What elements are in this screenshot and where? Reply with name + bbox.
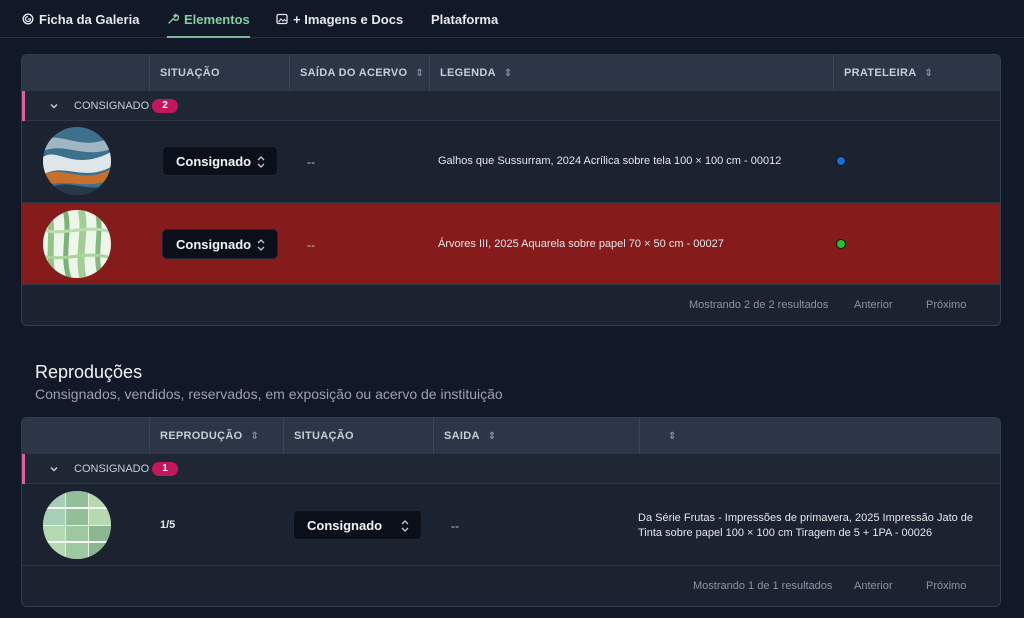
reproducao-number: 1/5	[160, 519, 176, 531]
wrench-icon	[167, 13, 179, 25]
group-indicator	[22, 454, 25, 484]
consignados-table: SITUAÇÃO SAÍDA DO ACERVO ⇕ LEGENDA ⇕ PRA…	[21, 54, 1001, 326]
table-row[interactable]: 1/5 Consignado -- Da Série Frutas - Impr…	[22, 484, 1000, 566]
pagination: Mostrando 2 de 2 resultados Anterior Pró…	[22, 285, 1000, 325]
previous-page-button[interactable]: Anterior	[854, 299, 893, 311]
results-summary: Mostrando 1 de 1 resultados	[693, 580, 833, 592]
legenda-text: Da Série Frutas - Impressões de primaver…	[638, 512, 974, 539]
chevron-updown-icon	[401, 519, 409, 533]
tab-elementos[interactable]: Elementos	[167, 0, 250, 38]
column-header-label: SITUAÇÃO	[160, 67, 220, 79]
section-title: Reproduções	[35, 362, 143, 382]
section-subtitle: Consignados, vendidos, reservados, em ex…	[35, 386, 503, 402]
status-select[interactable]: Consignado	[162, 229, 278, 259]
group-label: CONSIGNADO	[74, 99, 150, 112]
chevron-updown-icon	[257, 155, 265, 169]
legenda-text: Galhos que Sussurram, 2024 Acrílica sobr…	[438, 155, 782, 167]
artwork-thumbnail[interactable]	[43, 210, 111, 278]
results-summary: Mostrando 2 de 2 resultados	[689, 299, 829, 311]
next-page-button[interactable]: Próximo	[926, 580, 966, 592]
tab-label: Plataforma	[431, 11, 499, 27]
tab-label: Ficha da Galeria	[39, 11, 140, 27]
status-select[interactable]: Consignado	[162, 146, 278, 176]
shelf-indicator-dot	[836, 156, 846, 166]
saida-value: --	[307, 238, 315, 252]
status-select-value: Consignado	[307, 517, 383, 533]
column-header-legenda[interactable]: LEGENDA ⇕	[429, 55, 833, 91]
chevron-down-icon[interactable]	[48, 463, 60, 475]
chevron-updown-icon	[257, 238, 265, 252]
column-header-label: SAÍDA DO ACERVO	[300, 67, 408, 79]
artwork-thumbnail[interactable]	[43, 127, 111, 195]
group-count-badge: 2	[152, 98, 178, 113]
next-page-button[interactable]: Próximo	[926, 299, 966, 311]
column-header-saida[interactable]: SAIDA ⇕	[433, 418, 639, 454]
group-header-consignado[interactable]: CONSIGNADO 2	[22, 91, 1000, 121]
column-header-label: REPRODUÇÃO	[160, 430, 243, 442]
sort-icon: ⇕	[250, 430, 260, 442]
column-header-saida-do-acervo[interactable]: SAÍDA DO ACERVO ⇕	[289, 55, 429, 91]
sort-icon: ⇕	[924, 67, 934, 79]
column-header-label: SAIDA	[444, 430, 480, 442]
pagination: Mostrando 1 de 1 resultados Anterior Pró…	[22, 566, 1000, 606]
group-label: CONSIGNADO	[74, 462, 150, 475]
column-header-label: LEGENDA	[440, 67, 496, 79]
tab-label: + Imagens e Docs	[293, 11, 404, 27]
table-header: REPRODUÇÃO ⇕ SITUAÇÃO SAIDA ⇕ ⇕	[22, 418, 1000, 454]
table-row[interactable]: Consignado -- Árvores III, 2025 Aquarela…	[22, 203, 1000, 285]
shelf-indicator-dot	[836, 239, 846, 249]
saida-value: --	[307, 155, 315, 169]
column-header-label: PRATELEIRA	[844, 67, 917, 79]
status-select-value: Consignado	[176, 153, 252, 169]
image-docs-icon	[276, 13, 288, 25]
gallery-icon	[22, 13, 34, 25]
column-header-situacao[interactable]: SITUAÇÃO	[283, 418, 433, 454]
table-header: SITUAÇÃO SAÍDA DO ACERVO ⇕ LEGENDA ⇕ PRA…	[22, 55, 1000, 91]
sort-icon: ⇕	[503, 67, 513, 79]
column-header-unnamed[interactable]: ⇕	[639, 418, 1000, 454]
tab-ficha-da-galeria[interactable]: Ficha da Galeria	[22, 0, 139, 38]
tab-imagens-e-docs[interactable]: + Imagens e Docs	[276, 0, 403, 38]
sort-icon: ⇕	[415, 67, 425, 79]
saida-value: --	[451, 519, 459, 533]
column-header-prateleira[interactable]: PRATELEIRA ⇕	[833, 55, 1000, 91]
column-header-label: SITUAÇÃO	[294, 430, 354, 442]
scrolled-content-remnant	[22, 38, 1000, 43]
table-row[interactable]: Consignado -- Galhos que Sussurram, 2024…	[22, 121, 1000, 203]
sort-icon: ⇕	[668, 430, 677, 442]
previous-page-button[interactable]: Anterior	[854, 580, 893, 592]
legenda-text: Árvores III, 2025 Aquarela sobre papel 7…	[438, 238, 724, 250]
chevron-down-icon[interactable]	[48, 100, 60, 112]
column-header-reproducao[interactable]: REPRODUÇÃO ⇕	[149, 418, 283, 454]
column-header-situacao[interactable]: SITUAÇÃO	[149, 55, 289, 91]
top-tab-bar: Ficha da Galeria Elementos + Imagens e D…	[0, 0, 1024, 38]
group-indicator	[22, 91, 25, 121]
sort-icon: ⇕	[487, 430, 497, 442]
group-count-badge: 1	[152, 461, 178, 476]
artwork-thumbnail[interactable]	[43, 491, 111, 559]
group-header-consignado[interactable]: CONSIGNADO 1	[22, 454, 1000, 484]
tab-label: Elementos	[184, 11, 250, 27]
tab-plataforma[interactable]: Plataforma	[431, 0, 498, 38]
reproducoes-table: REPRODUÇÃO ⇕ SITUAÇÃO SAIDA ⇕ ⇕ CONSIGNA…	[21, 417, 1001, 607]
status-select[interactable]: Consignado	[293, 510, 422, 540]
status-select-value: Consignado	[176, 236, 252, 252]
